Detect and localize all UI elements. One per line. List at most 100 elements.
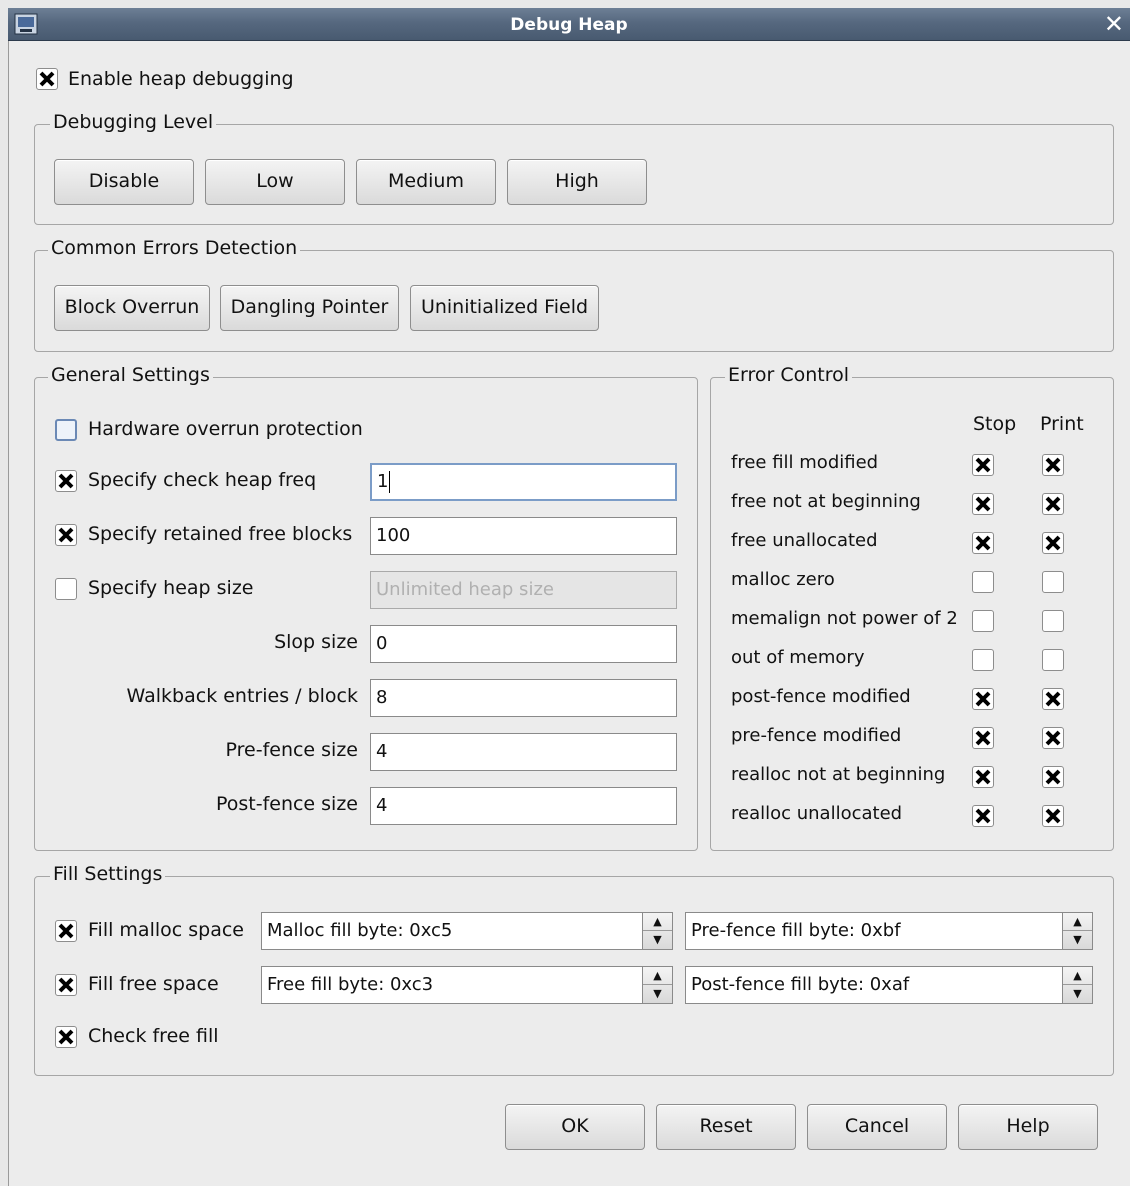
- check-mark-icon: [1045, 457, 1061, 473]
- pre-fence-size-label: Pre-fence size: [225, 739, 359, 761]
- check-mark-icon: [1045, 535, 1061, 551]
- error-control-title: Error Control: [725, 364, 853, 386]
- check-heap-freq-checkbox[interactable]: [55, 470, 77, 492]
- post-fence-size-input[interactable]: 4: [370, 787, 677, 825]
- help-button[interactable]: Help: [958, 1104, 1098, 1150]
- heap-size-checkbox[interactable]: [55, 578, 77, 600]
- medium-button[interactable]: Medium: [356, 159, 496, 205]
- free-fill-byte-value: Free fill byte: 0xc3: [267, 974, 434, 995]
- spin-up-icon[interactable]: ▲: [1063, 967, 1092, 985]
- print-checkbox[interactable]: [1042, 727, 1064, 749]
- print-checkbox[interactable]: [1042, 766, 1064, 788]
- check-mark-icon: [58, 923, 74, 939]
- title-bar: Debug Heap ✕: [8, 8, 1130, 41]
- hardware-overrun-checkbox[interactable]: [55, 419, 77, 441]
- spin-up-icon[interactable]: ▲: [1063, 913, 1092, 931]
- block-overrun-button[interactable]: Block Overrun: [54, 285, 210, 331]
- check-mark-icon: [58, 527, 74, 543]
- fill-free-checkbox[interactable]: [55, 974, 77, 996]
- print-checkbox[interactable]: [1042, 571, 1064, 593]
- error-control-row-label: free unallocated: [731, 530, 878, 551]
- check-mark-icon: [975, 730, 991, 746]
- walkback-entries-input[interactable]: 8: [370, 679, 677, 717]
- fill-settings-title: Fill Settings: [50, 863, 166, 885]
- stop-checkbox[interactable]: [972, 727, 994, 749]
- error-control-row-label: post-fence modified: [731, 686, 911, 707]
- stop-checkbox[interactable]: [972, 571, 994, 593]
- check-mark-icon: [975, 535, 991, 551]
- stop-checkbox[interactable]: [972, 688, 994, 710]
- spin-down-icon[interactable]: ▼: [1063, 985, 1092, 1003]
- spin-down-icon[interactable]: ▼: [643, 985, 672, 1003]
- error-control-row-label: realloc unallocated: [731, 803, 903, 824]
- check-free-fill-checkbox[interactable]: [55, 1026, 77, 1048]
- walkback-entries-label: Walkback entries / block: [126, 685, 358, 707]
- cancel-button[interactable]: Cancel: [807, 1104, 947, 1150]
- general-settings-group: [34, 377, 698, 851]
- fill-malloc-checkbox[interactable]: [55, 920, 77, 942]
- uninitialized-field-button[interactable]: Uninitialized Field: [410, 285, 599, 331]
- malloc-fill-byte-spinbox[interactable]: Malloc fill byte: 0xc5 ▲ ▼: [261, 912, 673, 950]
- spin-up-icon[interactable]: ▲: [643, 967, 672, 985]
- check-mark-icon: [39, 71, 55, 87]
- spin-down-icon[interactable]: ▼: [643, 931, 672, 949]
- print-checkbox[interactable]: [1042, 688, 1064, 710]
- hardware-overrun-label: Hardware overrun protection: [88, 418, 363, 440]
- stop-column-header: Stop: [973, 413, 1017, 435]
- stop-checkbox[interactable]: [972, 649, 994, 671]
- print-checkbox[interactable]: [1042, 454, 1064, 476]
- slop-size-label: Slop size: [274, 631, 358, 653]
- ok-button[interactable]: OK: [505, 1104, 645, 1150]
- stop-checkbox[interactable]: [972, 805, 994, 827]
- stop-checkbox[interactable]: [972, 493, 994, 515]
- check-mark-icon: [975, 691, 991, 707]
- spin-down-icon[interactable]: ▼: [1063, 931, 1092, 949]
- error-control-row-label: memalign not power of 2: [731, 608, 958, 629]
- post-fence-fill-byte-value: Post-fence fill byte: 0xaf: [691, 974, 910, 995]
- close-icon[interactable]: ✕: [1104, 10, 1124, 38]
- stop-checkbox[interactable]: [972, 532, 994, 554]
- debugging-level-title: Debugging Level: [50, 111, 217, 133]
- error-control-row-label: free not at beginning: [731, 491, 921, 512]
- check-mark-icon: [1045, 496, 1061, 512]
- heap-size-input: Unlimited heap size: [370, 571, 677, 609]
- print-checkbox[interactable]: [1042, 610, 1064, 632]
- pre-fence-fill-byte-spinbox[interactable]: Pre-fence fill byte: 0xbf ▲ ▼: [685, 912, 1093, 950]
- check-mark-icon: [58, 977, 74, 993]
- free-fill-byte-spinbox[interactable]: Free fill byte: 0xc3 ▲ ▼: [261, 966, 673, 1004]
- dangling-pointer-button[interactable]: Dangling Pointer: [220, 285, 399, 331]
- low-button[interactable]: Low: [205, 159, 345, 205]
- reset-button[interactable]: Reset: [656, 1104, 796, 1150]
- stop-checkbox[interactable]: [972, 454, 994, 476]
- retained-free-blocks-input[interactable]: 100: [370, 517, 677, 555]
- check-mark-icon: [1045, 691, 1061, 707]
- pre-fence-size-input[interactable]: 4: [370, 733, 677, 771]
- check-mark-icon: [1045, 769, 1061, 785]
- post-fence-fill-byte-spinbox[interactable]: Post-fence fill byte: 0xaf ▲ ▼: [685, 966, 1093, 1004]
- disable-button[interactable]: Disable: [54, 159, 194, 205]
- error-control-row-label: out of memory: [731, 647, 865, 668]
- print-checkbox[interactable]: [1042, 649, 1064, 671]
- high-button[interactable]: High: [507, 159, 647, 205]
- error-control-row-label: free fill modified: [731, 452, 879, 473]
- post-fence-size-label: Post-fence size: [215, 793, 358, 815]
- check-heap-freq-input[interactable]: 1: [370, 463, 677, 501]
- enable-heap-debugging-checkbox[interactable]: [36, 68, 58, 90]
- check-free-fill-label: Check free fill: [88, 1025, 219, 1047]
- check-mark-icon: [58, 1029, 74, 1045]
- retained-free-blocks-checkbox[interactable]: [55, 524, 77, 546]
- print-checkbox[interactable]: [1042, 532, 1064, 554]
- stop-checkbox[interactable]: [972, 766, 994, 788]
- check-mark-icon: [975, 769, 991, 785]
- error-control-row-label: pre-fence modified: [731, 725, 902, 746]
- error-control-row-label: realloc not at beginning: [731, 764, 946, 785]
- stop-checkbox[interactable]: [972, 610, 994, 632]
- print-checkbox[interactable]: [1042, 805, 1064, 827]
- slop-size-input[interactable]: 0: [370, 625, 677, 663]
- general-settings-title: General Settings: [48, 364, 213, 386]
- print-column-header: Print: [1040, 413, 1084, 435]
- pre-fence-fill-byte-value: Pre-fence fill byte: 0xbf: [691, 920, 901, 941]
- fill-free-label: Fill free space: [88, 973, 219, 995]
- print-checkbox[interactable]: [1042, 493, 1064, 515]
- spin-up-icon[interactable]: ▲: [643, 913, 672, 931]
